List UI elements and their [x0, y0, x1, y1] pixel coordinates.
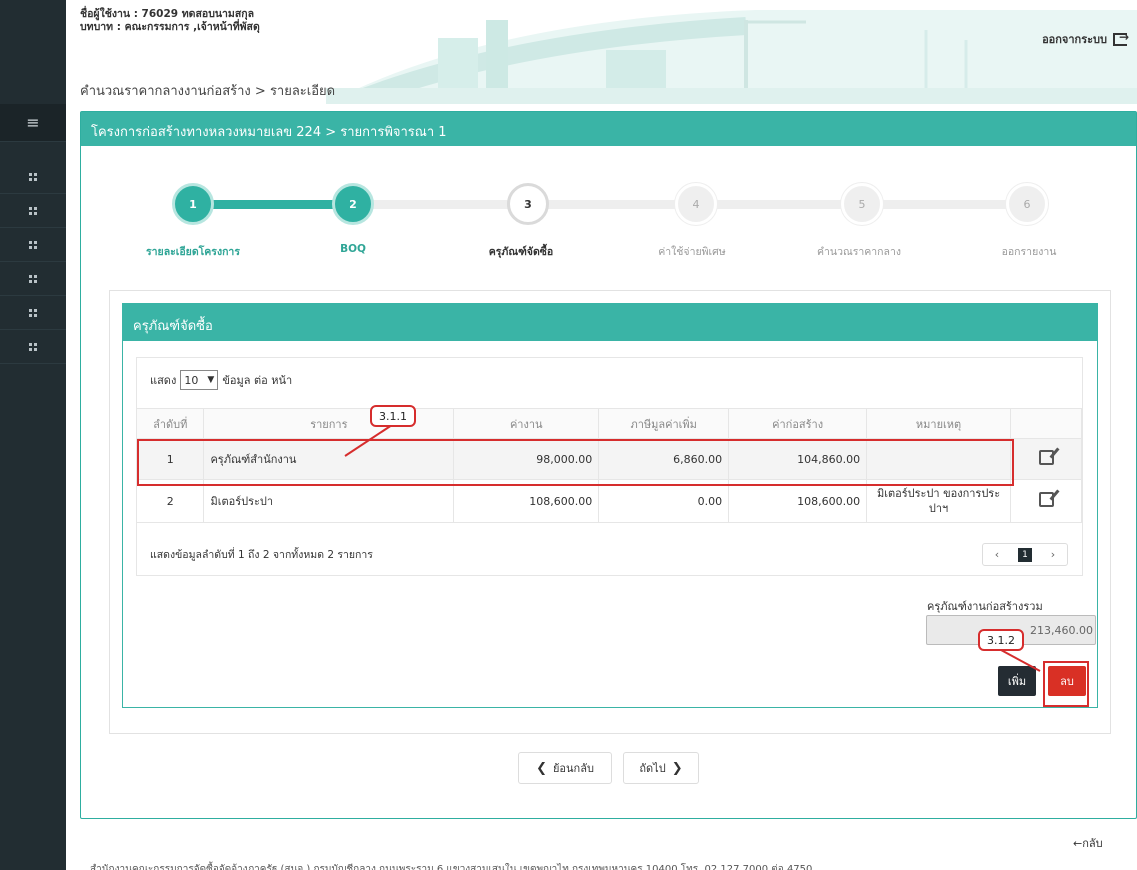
step-6-label[interactable]: ออกรายงาน [964, 243, 1094, 260]
column-header[interactable]: ค่าก่อสร้าง [728, 408, 868, 439]
step-4-circle[interactable]: 4 [675, 183, 717, 225]
pager-prev-button[interactable]: ‹ [983, 544, 1011, 565]
step-2-circle[interactable]: 2 [332, 183, 374, 225]
column-header[interactable]: หมายเหตุ [866, 408, 1011, 439]
step-5-label[interactable]: คำนวณราคากลาง [794, 243, 924, 260]
sidebar-item-1[interactable] [0, 160, 66, 194]
grid-icon [29, 240, 37, 249]
grid-icon [29, 274, 37, 283]
sidebar-item-2[interactable] [0, 194, 66, 228]
column-header[interactable]: ภาษีมูลค่าเพิ่ม [598, 408, 730, 439]
sidebar: ≡ [0, 0, 66, 870]
user-name: ชื่อผู้ใช้งาน : 76029 ทดสอบนามสกุล [80, 8, 255, 20]
stepper-connector [548, 200, 676, 209]
pager-page-number: 1 [1018, 547, 1032, 562]
logout-button[interactable]: ออกจากระบบ [1042, 30, 1129, 48]
header-banner-illustration [326, 10, 1137, 104]
stepper-connector [716, 200, 842, 209]
callout-delete: 3.1.2 [978, 629, 1024, 651]
card-title: ครุภัณฑ์จัดซื้อ [123, 304, 1097, 341]
chevron-left-icon: ❮ [536, 760, 547, 776]
step-3-circle[interactable]: 3 [507, 183, 549, 225]
page-length-control: แสดง 10 ▼ ข้อมูล ต่อ หน้า [150, 370, 292, 390]
callout-row: 3.1.1 [370, 405, 416, 427]
edit-icon [1038, 492, 1054, 507]
stepper-connector [373, 200, 508, 209]
grid-icon [29, 206, 37, 215]
total-label: ครุภัณฑ์งานก่อสร้างรวม [927, 600, 1043, 613]
menu-toggle-icon[interactable]: ≡ [0, 104, 66, 142]
step-2-label[interactable]: BOQ [288, 243, 418, 255]
logout-label: ออกจากระบบ [1042, 33, 1107, 46]
next-button[interactable]: ถัดไป ❯ [623, 752, 699, 784]
stepper-connector [882, 200, 1007, 209]
step-6-circle[interactable]: 6 [1006, 183, 1048, 225]
table-info: แสดงข้อมูลลำดับที่ 1 ถึง 2 จากทั้งหมด 2 … [150, 549, 373, 561]
show-suffix: ข้อมูล ต่อ หน้า [222, 374, 293, 387]
logout-icon [1113, 30, 1129, 46]
stepper-connector [213, 200, 333, 209]
pagination: ‹ 1 › [982, 543, 1068, 566]
step-3-label[interactable]: ครุภัณฑ์จัดซื้อ [456, 243, 586, 260]
page-length-select[interactable]: 10 ▼ [180, 370, 219, 390]
grid-icon [29, 342, 37, 351]
chevron-down-icon: ▼ [207, 375, 215, 385]
footer-text: สำนักงานคณะกรรมการจัดซื้อจัดจ้างภาครัฐ (… [90, 864, 813, 870]
user-role: บทบาท : คณะกรรมการ ,เจ้าหน้าที่พัสดุ [80, 21, 260, 33]
sidebar-item-6[interactable] [0, 330, 66, 364]
edit-button[interactable] [1010, 479, 1082, 523]
add-button[interactable]: เพิ่ม [998, 666, 1036, 696]
page-title: คำนวณราคากลางงานก่อสร้าง > รายละเอียด [80, 84, 336, 99]
table-header-row: ลำดับที่ รายการ ค่างาน ภาษีมูลค่าเพิ่ม ค… [137, 408, 1082, 439]
column-header-actions [1010, 408, 1082, 439]
step-1-circle[interactable]: 1 [172, 183, 214, 225]
grid-icon [29, 172, 37, 181]
step-1-label[interactable]: รายละเอียดโครงการ [128, 243, 258, 260]
sidebar-item-5[interactable] [0, 296, 66, 330]
back-label: ย้อนกลับ [552, 762, 594, 775]
column-header[interactable]: ค่างาน [453, 408, 600, 439]
edit-icon [1038, 450, 1054, 465]
sidebar-item-3[interactable] [0, 228, 66, 262]
panel-title: โครงการก่อสร้างทางหลวงหมายเลข 224 > รายก… [81, 112, 1136, 146]
row-highlight-annotation [137, 439, 1014, 486]
step-4-label[interactable]: ค่าใช้จ่ายพิเศษ [627, 243, 757, 260]
edit-button[interactable] [1010, 438, 1082, 480]
pager-next-button[interactable]: › [1039, 544, 1067, 565]
back-button[interactable]: ❮ ย้อนกลับ [518, 752, 612, 784]
column-header: ลำดับที่ [137, 408, 205, 439]
chevron-right-icon: ❯ [671, 760, 683, 776]
next-label: ถัดไป [639, 762, 666, 775]
sidebar-item-4[interactable] [0, 262, 66, 296]
column-header[interactable]: รายการ [203, 408, 455, 439]
page-length-value: 10 [184, 373, 199, 387]
show-prefix: แสดง [150, 374, 177, 387]
back-link[interactable]: ←กลับ [1073, 834, 1103, 852]
pager-page-button[interactable]: 1 [1011, 544, 1039, 565]
delete-highlight-annotation [1043, 661, 1089, 707]
user-info: ชื่อผู้ใช้งาน : 76029 ทดสอบนามสกุล บทบาท… [80, 8, 260, 34]
grid-icon [29, 308, 37, 317]
equipment-card: ครุภัณฑ์จัดซื้อ แสดง 10 ▼ ข้อมูล ต่อ หน้… [122, 303, 1098, 708]
step-5-circle[interactable]: 5 [841, 183, 883, 225]
header: ชื่อผู้ใช้งาน : 76029 ทดสอบนามสกุล บทบาท… [66, 0, 1137, 104]
